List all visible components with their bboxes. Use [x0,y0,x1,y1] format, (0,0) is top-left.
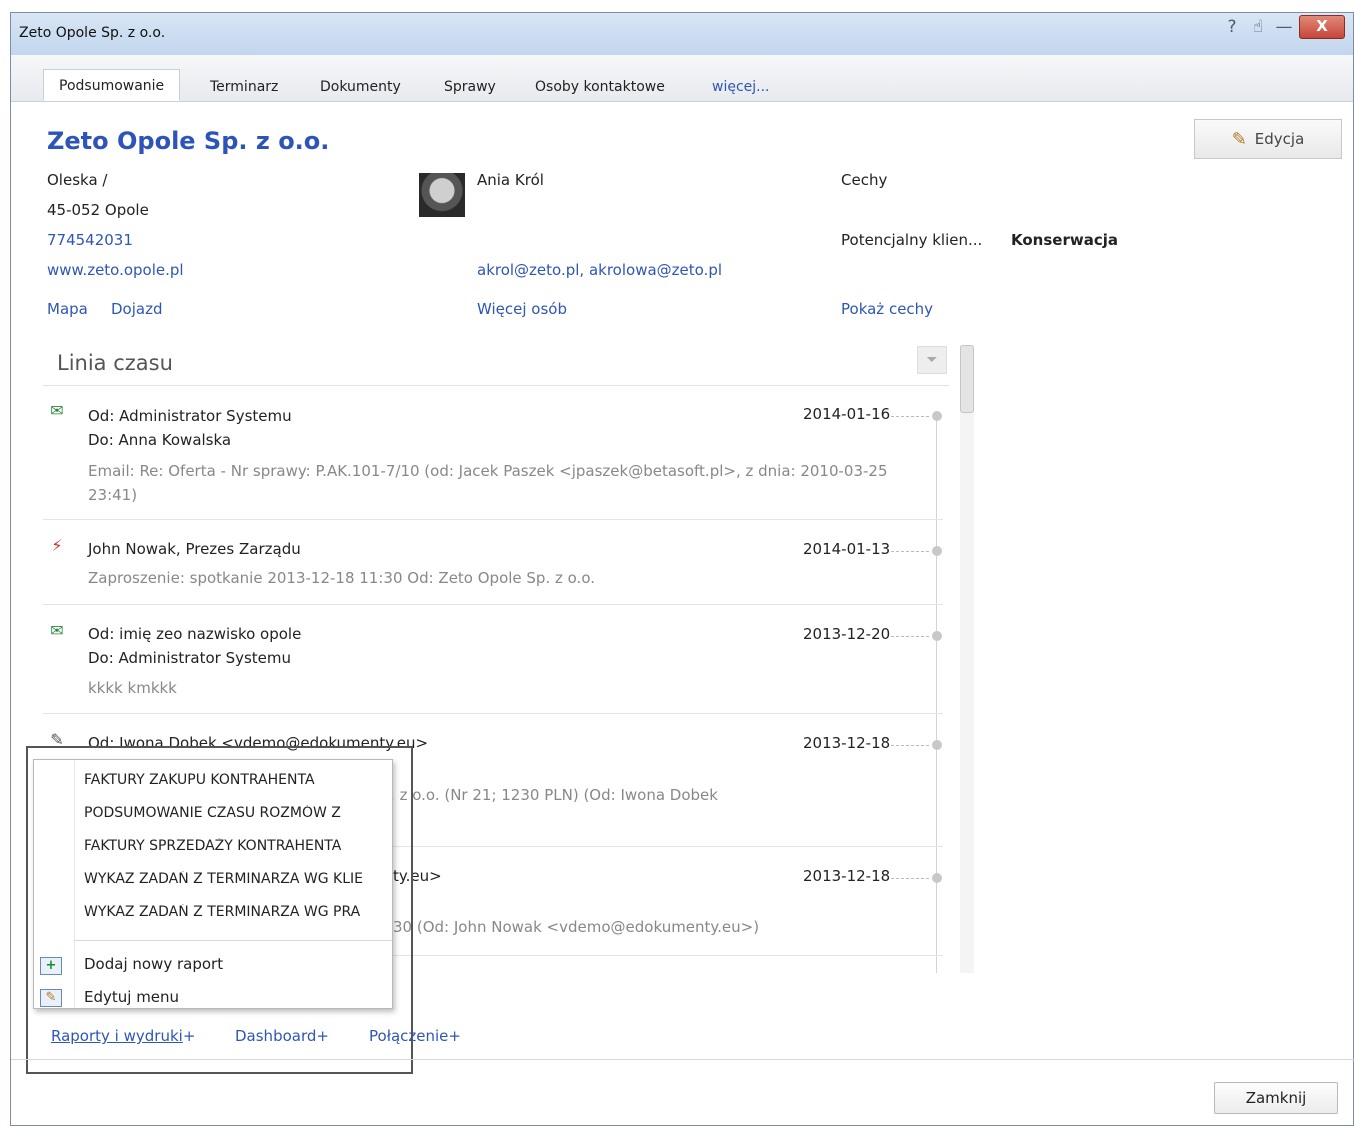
dashboard-link-label: Dashboard [235,1027,317,1045]
directions-link[interactable]: Dojazd [111,300,162,318]
title-bar: Zeto Opole Sp. z o.o. ? ☝ — X [11,13,1353,56]
dropdown-arrow-icon: + [182,1027,196,1045]
close-window-button[interactable]: X [1299,15,1345,39]
feature-label: Potencjalny klien... [841,231,983,249]
tab-contacts[interactable]: Osoby kontaktowe [535,73,665,101]
company-postal-city: 45-052 Opole [47,201,149,219]
entry-description: Email: Re: Oferta - Nr sprawy: P.AK.101-… [88,462,888,504]
filter-icon: ⏷ [926,352,938,368]
entry-dot [932,873,942,883]
tab-bar: Podsumowanie Terminarz Dokumenty Sprawy … [11,55,1353,102]
contact-name: Ania Król [477,171,544,189]
entry-description: 30 (Od: John Nowak <vdemo@edokumenty.eu>… [393,918,760,936]
contact-avatar [419,173,465,217]
highlight-box [26,746,413,1074]
entry-dot [932,546,942,556]
features-heading: Cechy [841,171,888,189]
tab-documents[interactable]: Dokumenty [320,73,401,101]
connection-link[interactable]: Połączenie+ [369,1027,461,1045]
close-button[interactable]: Zamknij [1214,1082,1338,1114]
more-people-link[interactable]: Więcej osób [477,300,567,318]
entry-dot [932,631,942,641]
mail-check-icon: ✉ [50,401,64,420]
entry-date: 2013-12-18 [803,734,891,752]
pencil-icon: ✎ [1231,128,1247,150]
meeting-icon: ⚡ [51,536,63,555]
entry-description: Sp. z o.o. (Nr 21; 1230 PLN) (Od: Iwona … [371,786,718,804]
company-website-link[interactable]: www.zeto.opole.pl [47,261,184,279]
map-link[interactable]: Mapa [47,300,88,318]
like-icon[interactable]: ☝ [1247,16,1269,38]
entry-date: 2014-01-16 [803,405,891,423]
entry-connector [891,745,929,746]
contact-emails-link[interactable]: akrol@zeto.pl, akrolowa@zeto.pl [477,261,722,279]
window-title: Zeto Opole Sp. z o.o. [19,25,166,41]
entry-description: Zaproszenie: spotkanie 2013-12-18 11:30 … [88,569,595,587]
entry-date: 2013-12-18 [803,867,891,885]
help-icon[interactable]: ? [1221,16,1243,38]
entry-dot [932,411,942,421]
dropdown-arrow-icon: + [448,1027,461,1045]
contractor-window: Zeto Opole Sp. z o.o. ? ☝ — X Podsumowan… [10,12,1354,1126]
edit-button[interactable]: ✎ Edycja [1194,119,1342,159]
entry-description: kkkk kmkkk [88,679,177,697]
timeline-scrollbar-thumb[interactable] [960,345,974,413]
footer-divider [11,1059,1354,1060]
dropdown-arrow-icon: + [316,1027,329,1045]
entry-date: 2014-01-13 [803,540,891,558]
timeline-scrollbar-track[interactable] [960,345,974,973]
entry-connector [891,551,929,552]
entry-from: Od: Administrator Systemu [88,407,292,425]
timeline-entry[interactable]: ⚡ John Nowak, Prezes Zarządu Zaproszenie… [43,520,943,605]
company-street: Oleska / [47,171,108,189]
entry-title: John Nowak, Prezes Zarządu [88,540,301,558]
feature-value: Konserwacja [1011,231,1118,249]
timeline-heading: Linia czasu [57,351,173,375]
tab-summary[interactable]: Podsumowanie [43,69,181,101]
entry-date: 2013-12-20 [803,625,891,643]
company-phone-link[interactable]: 774542031 [47,231,133,249]
mail-check-icon: ✉ [50,621,64,640]
dashboard-link[interactable]: Dashboard+ [235,1027,329,1045]
filter-button[interactable]: ⏷ [917,346,947,374]
minimize-icon[interactable]: — [1273,16,1295,38]
company-name: Zeto Opole Sp. z o.o. [47,127,330,155]
tab-cases[interactable]: Sprawy [444,73,496,101]
timeline-entry[interactable]: ✉ Od: imię zeo nazwisko opole Do: Admini… [43,605,943,714]
entry-connector [891,636,929,637]
reports-link-label: Raporty i wydruki [51,1027,183,1045]
tab-calendar[interactable]: Terminarz [210,73,278,101]
entry-to: Do: Anna Kowalska [88,431,232,449]
entry-connector [891,878,929,879]
entry-dot [932,740,942,750]
timeline-header: Linia czasu ⏷ [43,343,949,386]
entry-to: Do: Administrator Systemu [88,649,292,667]
entry-from: Od: imię zeo nazwisko opole [88,625,302,643]
timeline-entry[interactable]: ✉ Od: Administrator Systemu Do: Anna Kow… [43,385,943,520]
entry-connector [891,416,929,417]
connection-link-label: Połączenie [369,1027,449,1045]
tab-more[interactable]: więcej... [712,73,770,101]
show-features-link[interactable]: Pokaż cechy [841,300,933,318]
title-bar-controls: ? ☝ — X [1221,15,1345,39]
edit-button-label: Edycja [1254,130,1305,148]
reports-link[interactable]: Raporty i wydruki+ [51,1027,195,1045]
